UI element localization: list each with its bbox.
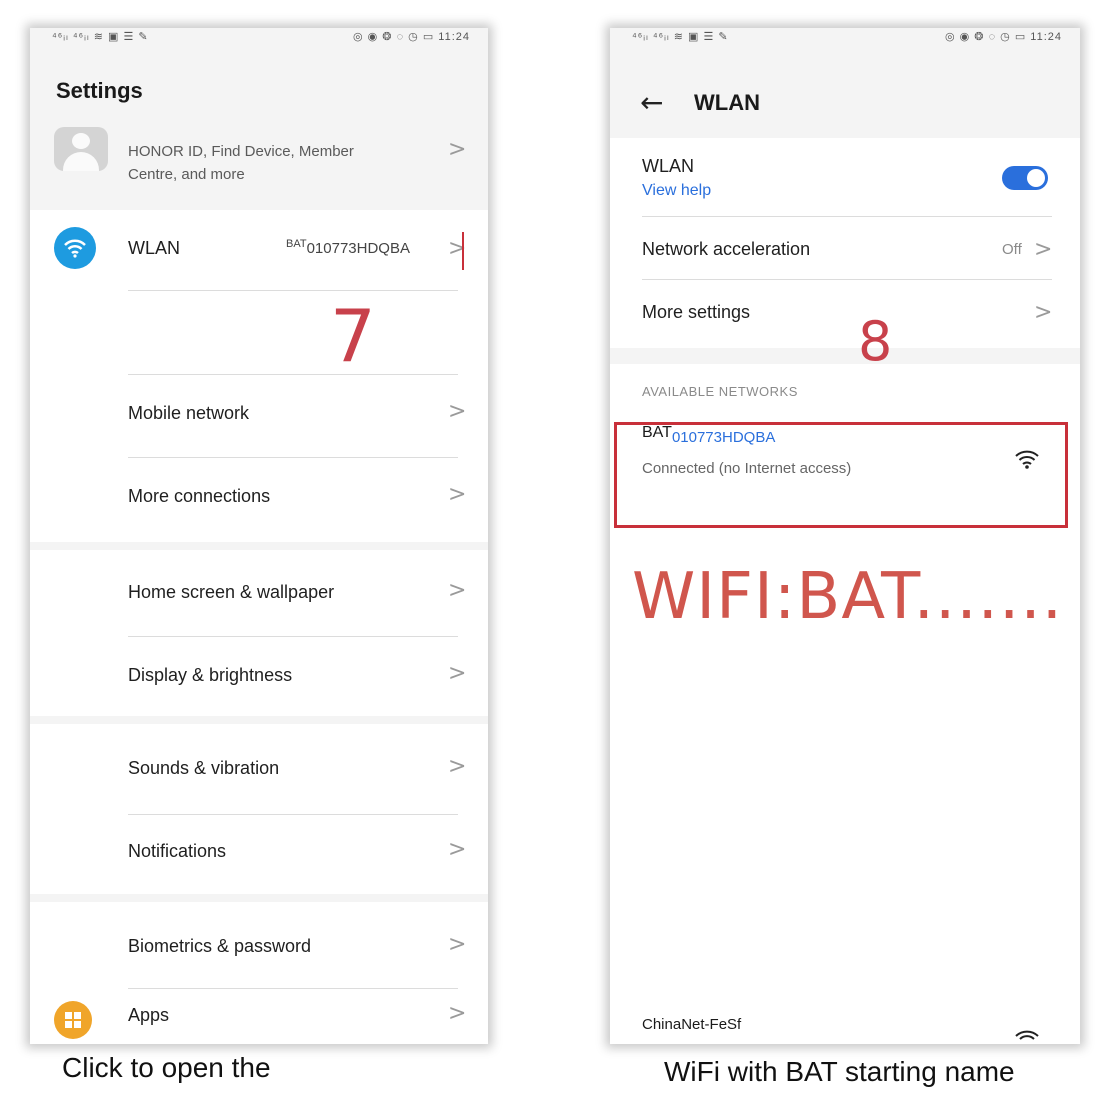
wlan-label: WLAN: [128, 238, 181, 258]
item-label: More connections: [128, 486, 271, 506]
settings-screen: ⁴⁶ᵢₗ ⁴⁶ᵢₗ ≋ ▣ ☰ ✎ ◎ ◉ ❂ ◌ ◷ ▭ 11:24 Sett…: [30, 28, 488, 1044]
chevron-right-icon: >: [1034, 300, 1053, 325]
wlan-settings-card: WLAN View help Network acceleration Off …: [610, 138, 1080, 373]
status-right-icons: ◎ ◉ ❂ ◌ ◷ ▭ 11:24: [353, 31, 470, 43]
wlan-screen: ⁴⁶ᵢₗ ⁴⁶ᵢₗ ≋ ▣ ☰ ✎ ◎ ◉ ❂ ◌ ◷ ▭ 11:24 ← WL…: [610, 28, 1080, 1044]
display-card: Home screen & wallpaper > Display & brig…: [30, 550, 488, 716]
chevron-right-icon: >: [1034, 237, 1053, 262]
item-label: Display & brightness: [128, 665, 293, 685]
page-title: WLAN: [694, 90, 760, 115]
settings-item-mobile-network[interactable]: Mobile network >: [30, 375, 488, 457]
wlan-label: WLAN: [642, 156, 695, 176]
apps-icon: [54, 1001, 92, 1039]
highlight-box: [614, 422, 1068, 528]
chevron-right-icon: >: [448, 482, 467, 507]
status-signal-icons: ⁴⁶ᵢₗ ⁴⁶ᵢₗ ≋ ▣ ☰ ✎: [632, 31, 729, 43]
sound-card: Sounds & vibration > Notifications >: [30, 724, 488, 894]
chevron-right-icon: >: [448, 754, 467, 779]
settings-item-apps[interactable]: Apps >: [30, 989, 488, 1044]
network-acceleration-row[interactable]: Network acceleration Off >: [610, 217, 1080, 279]
settings-item-display[interactable]: Display & brightness >: [30, 637, 488, 716]
connectivity-card: WLAN BAT010773HDQBA > 7 Mobile network >…: [30, 210, 488, 542]
status-bar: ⁴⁶ᵢₗ ⁴⁶ᵢₗ ≋ ▣ ☰ ✎ ◎ ◉ ❂ ◌ ◷ ▭ 11:24: [30, 28, 488, 54]
view-help-link[interactable]: View help: [642, 182, 711, 200]
available-networks-header: AVAILABLE NETWORKS: [642, 384, 798, 399]
wlan-network-value: BAT010773HDQBA: [286, 238, 410, 257]
wifi-signal-icon: [1014, 1026, 1040, 1044]
highlight-marker: [462, 232, 464, 270]
chevron-right-icon: >: [448, 1001, 467, 1026]
wifi-annotation: WIFI:BAT.......: [632, 560, 1064, 634]
chevron-right-icon: >: [448, 399, 467, 424]
network-item-chinanet[interactable]: ChinaNet-FeSf: [610, 1004, 1080, 1044]
item-label: Home screen & wallpaper: [128, 582, 335, 602]
item-label: Biometrics & password: [128, 936, 312, 956]
account-text-line1: HONOR ID, Find Device, Member: [128, 143, 354, 160]
status-right-icons: ◎ ◉ ❂ ◌ ◷ ▭ 11:24: [945, 31, 1062, 43]
avatar-icon: [54, 127, 108, 171]
item-label: Mobile network: [128, 403, 250, 423]
bluetooth-icon-placeholder: [60, 320, 90, 350]
chevron-right-icon: >: [448, 661, 467, 686]
settings-item-wlan[interactable]: WLAN BAT010773HDQBA >: [30, 210, 488, 290]
chevron-right-icon: >: [448, 932, 467, 957]
settings-item-biometrics[interactable]: Biometrics & password >: [30, 902, 488, 982]
settings-item-notifications[interactable]: Notifications >: [30, 815, 488, 894]
security-card: Biometrics & password > Apps >: [30, 902, 488, 1044]
account-row[interactable]: HONOR ID, Find Device, Member Centre, an…: [30, 123, 488, 208]
status-signal-icons: ⁴⁶ᵢₗ ⁴⁶ᵢₗ ≋ ▣ ☰ ✎: [52, 31, 149, 43]
wlan-toggle-row[interactable]: WLAN View help: [610, 138, 1080, 214]
network-acceleration-value: Off: [1002, 241, 1022, 258]
network-name: ChinaNet-FeSf: [642, 1016, 742, 1033]
item-label: Notifications: [128, 841, 227, 861]
caption-left: Click to open the: [62, 1052, 271, 1083]
caption-right: WiFi with BAT starting name: [664, 1056, 1015, 1087]
network-acceleration-label: Network acceleration: [642, 239, 811, 259]
more-settings-label: More settings: [642, 302, 751, 322]
chevron-right-icon: >: [448, 578, 467, 603]
settings-item-home-screen[interactable]: Home screen & wallpaper >: [30, 550, 488, 632]
divider: [128, 290, 458, 291]
page-title: Settings: [56, 78, 143, 103]
networks-card: AVAILABLE NETWORKS BAT010773HDQBA Connec…: [610, 364, 1080, 1044]
back-arrow-icon[interactable]: ←: [640, 86, 663, 119]
item-label: Sounds & vibration: [128, 758, 280, 778]
wifi-icon: [54, 227, 96, 269]
settings-item-more-connections[interactable]: More connections >: [30, 458, 488, 540]
account-text-line2: Centre, and more: [128, 166, 245, 183]
status-bar: ⁴⁶ᵢₗ ⁴⁶ᵢₗ ≋ ▣ ☰ ✎ ◎ ◉ ❂ ◌ ◷ ▭ 11:24: [610, 28, 1080, 54]
item-label: Apps: [128, 1005, 170, 1025]
step-number-7: 7: [330, 294, 376, 378]
settings-item-sounds[interactable]: Sounds & vibration >: [30, 724, 488, 806]
chevron-right-icon: >: [448, 837, 467, 862]
chevron-right-icon: >: [448, 137, 467, 162]
wlan-toggle-switch[interactable]: [1002, 166, 1048, 190]
more-settings-row[interactable]: More settings >: [610, 280, 1080, 348]
